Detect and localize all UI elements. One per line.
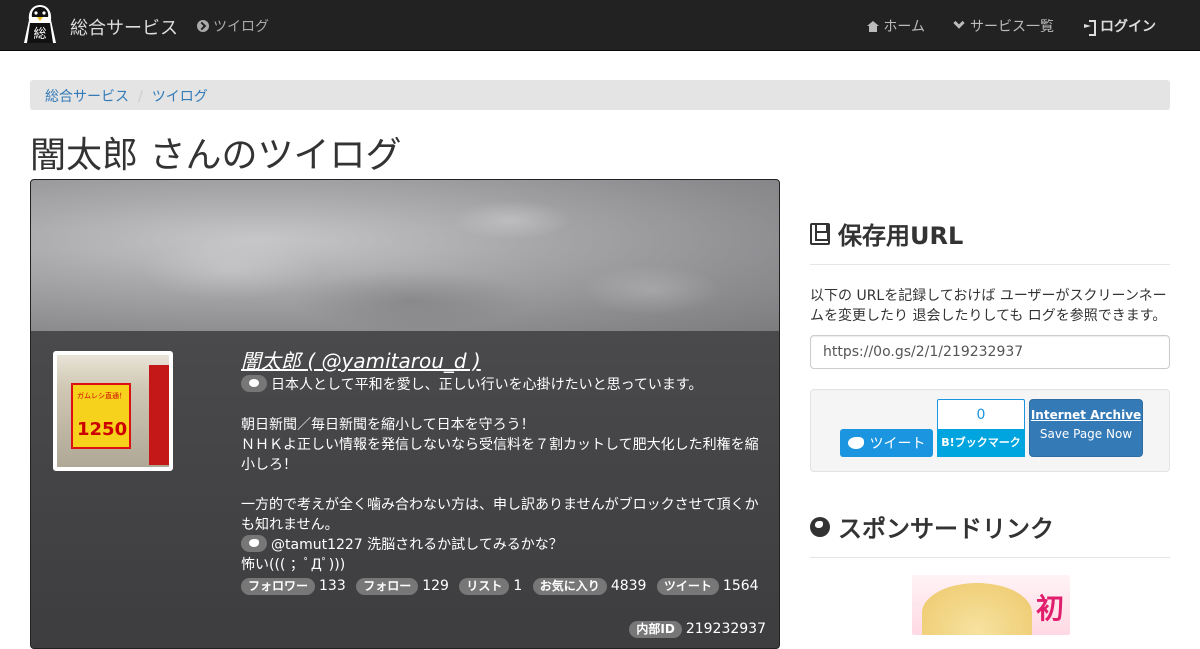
nav-home-label: ホーム	[883, 19, 925, 35]
avatar[interactable]: ガムレシ直通！ 1250	[53, 351, 173, 471]
nav-services[interactable]: サービス一覧	[953, 16, 1054, 36]
sign-in-icon	[1084, 20, 1096, 36]
page-title: 闇太郎 さんのツイログ	[30, 135, 402, 176]
breadcrumb: 総合サービス / ツイログ	[30, 80, 1170, 110]
profile-card-body: ガムレシ直通！ 1250 闇太郎 ( @yamitarou_d ) 日本人として…	[31, 331, 779, 648]
save-url-input[interactable]	[810, 335, 1170, 369]
profile-banner-image	[31, 180, 779, 331]
chevron-down-icon	[953, 17, 965, 29]
stat-label-tweets: ツイート	[656, 578, 719, 595]
nav-link-twilog[interactable]: ツイログ	[197, 16, 269, 36]
internet-archive-subtitle: Save Page Now	[1039, 427, 1133, 441]
bio-line-4: 一方的で考えが全く噛み合わない方は、申し訳ありませんがブロックさせて頂くかも知れ…	[241, 497, 759, 533]
nav-home[interactable]: ホーム	[867, 16, 925, 36]
brand-link[interactable]: 総合サービス	[70, 14, 178, 40]
avatar-sign: ガムレシ直通！ 1250	[71, 383, 131, 449]
stat-label-lists: リスト	[459, 578, 510, 595]
avatar-sign-price: 1250	[77, 419, 128, 440]
stat-value-tweets: 1564	[722, 578, 759, 594]
ad-image-text: 初	[1035, 592, 1064, 625]
stat-label-favorites: お気に入り	[532, 578, 607, 595]
stat-value-followers: 133	[319, 578, 346, 594]
nav-right: ホーム サービス一覧 ログイン	[867, 16, 1156, 36]
bio-line-2: 朝日新聞／毎日新聞を縮小して日本を守ろう！	[241, 417, 535, 433]
share-buttons-panel: ツイート 0 B!ブックマーク Internet Archive Save Pa…	[810, 389, 1170, 472]
navbar: 総 総合サービス ツイログ ホーム サービス一覧 ログイン	[0, 0, 1200, 51]
globe-icon	[810, 516, 830, 537]
nav-services-label: サービス一覧	[970, 19, 1054, 35]
hatena-bookmark-count: 0	[937, 399, 1025, 429]
penguin-logo-icon[interactable]: 総	[20, 3, 60, 47]
ad-illustration	[922, 583, 1032, 635]
stat-label-following: フォロー	[356, 578, 419, 595]
internet-archive-button[interactable]: Internet Archive Save Page Now	[1029, 399, 1143, 457]
nav-login[interactable]: ログイン	[1084, 16, 1156, 36]
internal-id-value: 219232937	[685, 621, 766, 637]
profile-stats: フォロワー 133 フォロー 129 リスト 1 お気に入り 4839 ツイート 1564	[241, 576, 766, 596]
profile-info: 闇太郎 ( @yamitarou_d ) 日本人として平和を愛し、正しい行いを心…	[241, 351, 766, 596]
save-url-title: 保存用URL	[838, 222, 964, 250]
sponsored-title: スポンサードリンク	[838, 515, 1054, 543]
twitter-icon	[241, 535, 267, 552]
save-url-heading: 保存用URL	[810, 216, 963, 251]
bio-line-3: ＮＨＫよ正しい情報を発信しないなら受信料を７割カットして肥大化した利権を縮小しろ…	[241, 437, 759, 473]
divider	[810, 264, 1170, 265]
stat-value-following: 129	[422, 578, 449, 594]
breadcrumb-item-home[interactable]: 総合サービス	[45, 89, 129, 105]
home-icon	[867, 20, 880, 32]
chevron-circle-right-icon	[197, 20, 209, 32]
floppy-disk-icon	[810, 222, 830, 245]
stat-value-lists: 1	[513, 578, 523, 594]
sponsored-heading: スポンサードリンク	[810, 509, 1054, 544]
stat-value-favorites: 4839	[610, 578, 647, 594]
nav-login-label: ログイン	[1100, 19, 1156, 35]
hatena-bookmark-widget[interactable]: 0 B!ブックマーク	[937, 399, 1025, 457]
nav-link-twilog-label: ツイログ	[213, 19, 269, 35]
profile-bio: 日本人として平和を愛し、正しい行いを心掛けたいと思っています。 朝日新聞／毎日新…	[241, 375, 766, 575]
avatar-sign-text: ガムレシ直通！	[77, 392, 126, 400]
svg-text:総: 総	[33, 27, 46, 42]
hatena-bookmark-button[interactable]: B!ブックマーク	[937, 429, 1025, 457]
avatar-red-stripe	[149, 365, 169, 465]
twitter-bird-icon	[847, 437, 864, 449]
internet-archive-title: Internet Archive	[1030, 408, 1142, 422]
comment-icon	[241, 375, 267, 392]
tweet-button[interactable]: ツイート	[840, 429, 933, 457]
stat-label-followers: フォロワー	[241, 578, 316, 595]
tweet-button-label: ツイート	[869, 436, 926, 452]
sponsored-ad-image[interactable]: 初	[912, 575, 1070, 635]
profile-card: ガムレシ直通！ 1250 闇太郎 ( @yamitarou_d ) 日本人として…	[30, 179, 780, 649]
profile-name-link[interactable]: 闇太郎 ( @yamitarou_d )	[241, 351, 766, 371]
breadcrumb-separator: /	[138, 89, 143, 105]
save-url-description: 以下の URLを記録しておけば ユーザーがスクリーンネームを変更したり 退会した…	[810, 288, 1167, 324]
divider	[810, 557, 1170, 558]
latest-tweet-line-1: @tamut1227 洗脳されるか試してみるかな？	[271, 537, 563, 553]
breadcrumb-item-twilog[interactable]: ツイログ	[152, 89, 208, 105]
latest-tweet-line-2: 怖い((( ；ﾟДﾟ)))	[241, 557, 346, 573]
bio-line-1: 日本人として平和を愛し、正しい行いを心掛けたいと思っています。	[271, 377, 703, 393]
